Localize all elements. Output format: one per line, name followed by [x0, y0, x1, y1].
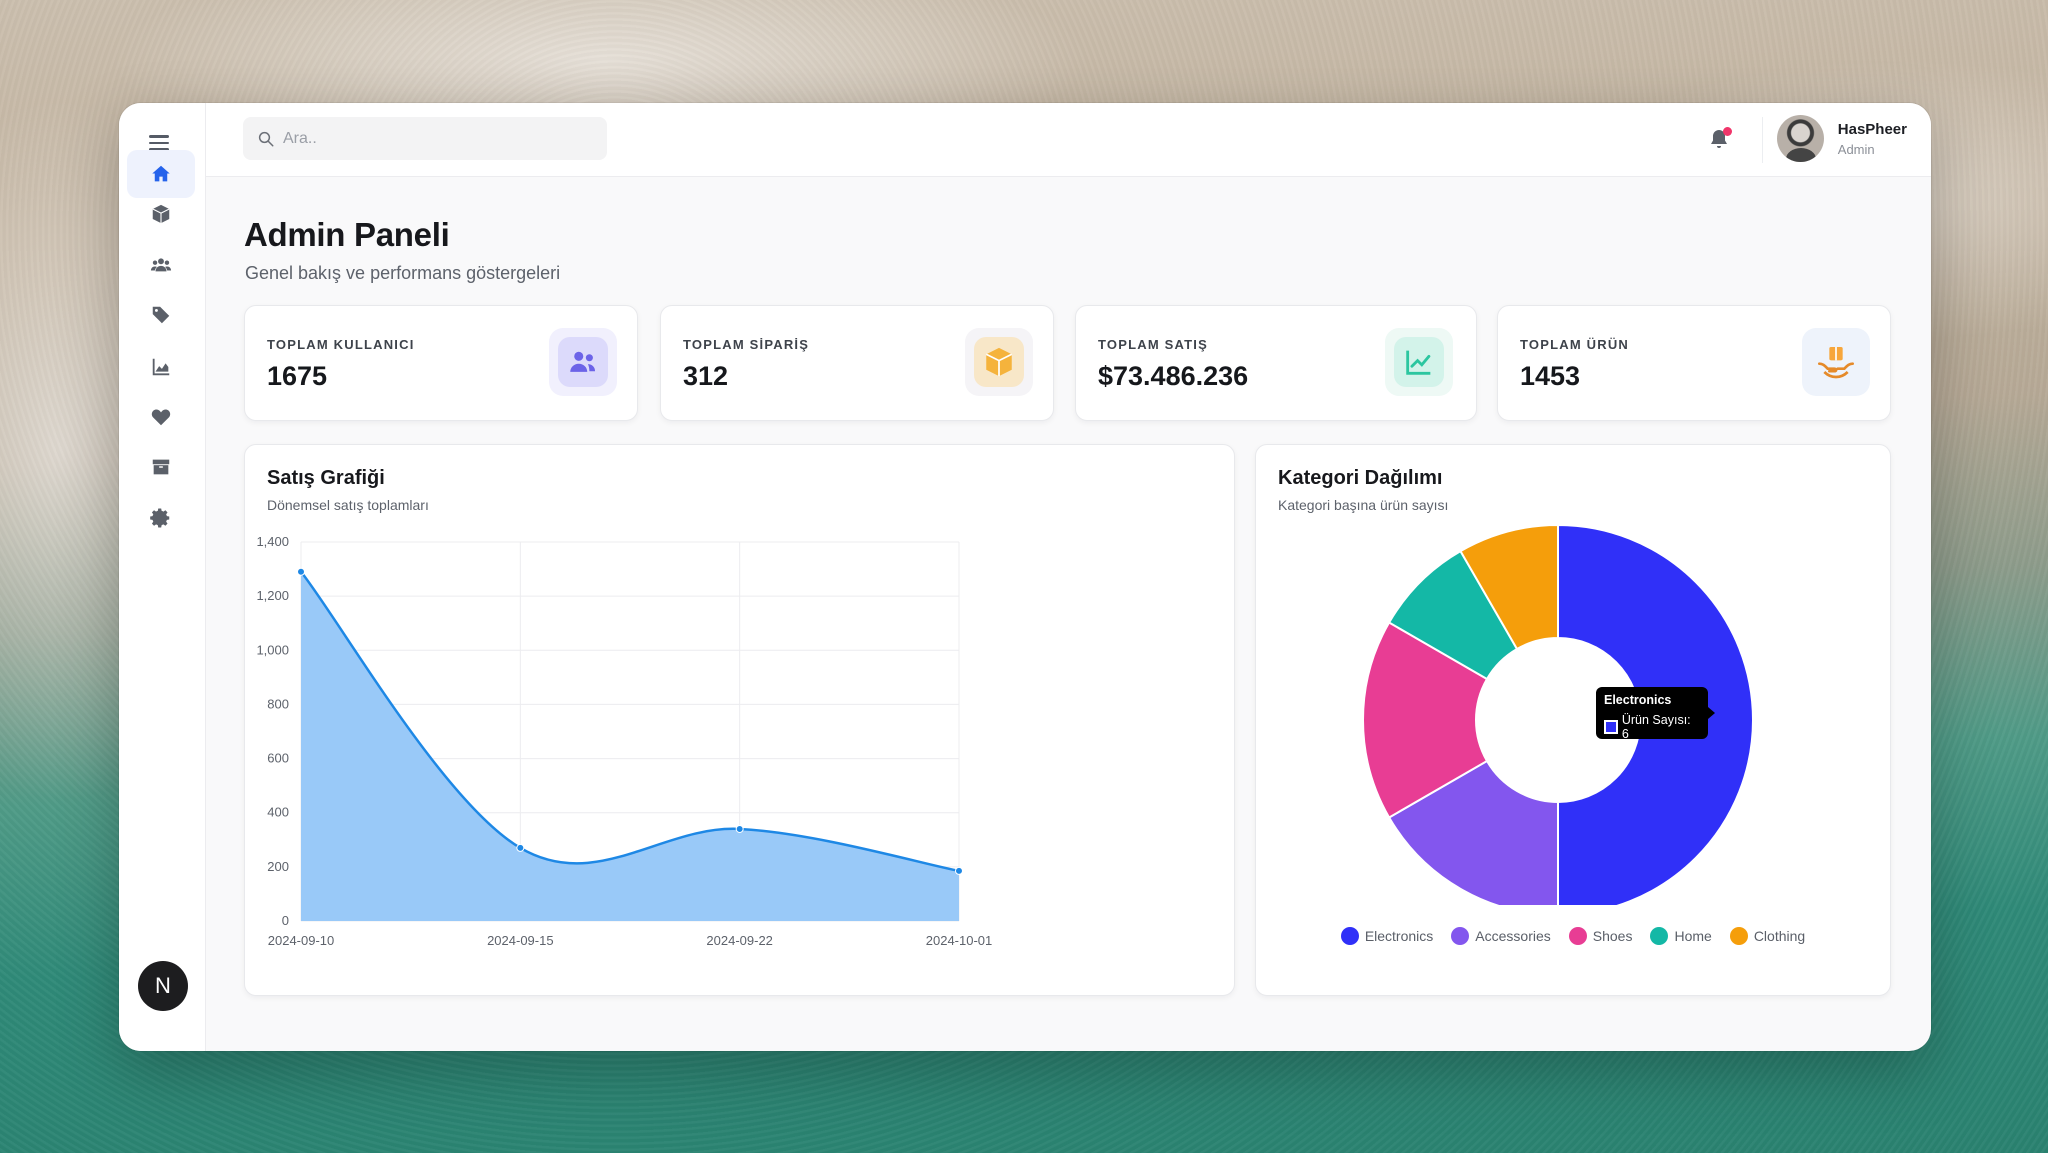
stat-value: 1675: [267, 361, 328, 391]
x-tick-label: 2024-10-01: [926, 933, 993, 948]
stat-card-sales: TOPLAM SATIŞ $73.486.236: [1075, 305, 1477, 421]
category-donut-chart: [1362, 523, 1754, 905]
legend-swatch: [1340, 927, 1359, 945]
legend-swatch: [1729, 927, 1748, 945]
tooltip-title: Electronics: [1604, 693, 1672, 707]
sales-area-chart: 0 200 400 600 800 1,000 1,200 1,400 2024-09-10 20…: [256, 534, 993, 948]
heart-icon: [151, 409, 171, 426]
stat-icon-wrapper: [549, 328, 617, 396]
sidebar-item-products[interactable]: [127, 190, 195, 238]
top-header: HasPheer Admin: [206, 103, 1931, 177]
tag-icon: [152, 306, 170, 324]
y-tick-label: 800: [267, 696, 289, 711]
legend-swatch: [1451, 927, 1470, 945]
y-tick-label: 1,200: [256, 588, 289, 603]
stat-icon-wrapper: [1385, 328, 1453, 396]
hand-box-icon: [1818, 347, 1854, 379]
stat-icon-wrapper: [965, 328, 1033, 396]
notifications-button[interactable]: [1707, 127, 1733, 153]
area-fill: [301, 571, 959, 921]
x-tick-label: 2024-09-15: [487, 933, 554, 948]
chart-tooltip: Electronics Ürün Sayısı: 6: [1596, 687, 1715, 741]
legend-item-home[interactable]: Home: [1650, 927, 1712, 945]
sidebar-item-tags[interactable]: [127, 291, 195, 339]
box-icon: [985, 347, 1013, 377]
sidebar-item-inventory[interactable]: [127, 443, 195, 491]
data-point[interactable]: [516, 843, 525, 852]
header-divider: [1762, 117, 1763, 163]
warehouse-icon: [152, 459, 170, 475]
search-input[interactable]: [283, 129, 583, 148]
data-point[interactable]: [297, 567, 305, 576]
avatar: [1776, 115, 1824, 162]
sidebar-item-users[interactable]: [127, 241, 195, 289]
legend-item-shoes[interactable]: Shoes: [1568, 927, 1633, 945]
user-role: Admin: [1837, 141, 1875, 157]
legend-label: Clothing: [1753, 928, 1806, 944]
box-icon: [152, 204, 170, 224]
stat-card-users: TOPLAM KULLANICI 1675: [244, 305, 638, 421]
legend-label: Home: [1674, 928, 1712, 944]
page-title: Admin Paneli: [244, 216, 450, 253]
chart-legend: Electronics Accessories Shoes Home Clothing: [1256, 927, 1890, 945]
x-tick-label: 2024-09-22: [706, 933, 773, 948]
data-point[interactable]: [735, 824, 744, 833]
notification-dot: [1723, 127, 1732, 136]
legend-item-clothing[interactable]: Clothing: [1729, 927, 1806, 945]
area-chart-icon: [152, 358, 170, 376]
y-tick-label: 1,000: [256, 642, 289, 657]
legend-swatch: [1568, 927, 1587, 945]
legend-item-accessories[interactable]: Accessories: [1451, 927, 1551, 945]
stat-value: $73.486.236: [1098, 361, 1249, 391]
y-tick-label: 0: [282, 913, 289, 928]
home-icon: [152, 165, 170, 182]
workspace-avatar[interactable]: N: [138, 961, 188, 1011]
y-tick-label: 600: [267, 751, 289, 766]
data-point[interactable]: [955, 866, 963, 875]
sidebar: N: [119, 103, 206, 1051]
x-tick-label: 2024-09-10: [268, 933, 335, 948]
user-menu[interactable]: HasPheer Admin: [1776, 115, 1907, 162]
stat-card-products: TOPLAM ÜRÜN 1453: [1497, 305, 1891, 421]
search-box[interactable]: [243, 117, 607, 160]
user-name: HasPheer: [1837, 120, 1907, 138]
legend-item-electronics[interactable]: Electronics: [1340, 927, 1434, 945]
gear-icon: [150, 508, 170, 528]
legend-swatch: [1650, 927, 1669, 945]
tooltip-swatch: [1604, 720, 1618, 734]
stat-label: TOPLAM ÜRÜN: [1520, 337, 1630, 352]
legend-label: Shoes: [1592, 928, 1633, 944]
page-subtitle: Genel bakış ve performans göstergeleri: [245, 263, 561, 283]
stat-icon-wrapper: [1802, 328, 1870, 396]
legend-label: Electronics: [1364, 928, 1434, 944]
sales-chart-card: Satış Grafiği Dönemsel satış toplamları …: [244, 444, 1235, 996]
users-icon: [150, 258, 172, 272]
tooltip-value: Ürün Sayısı: 6: [1621, 713, 1691, 741]
y-tick-label: 200: [267, 859, 289, 874]
line-chart-icon: [1406, 350, 1431, 375]
legend-label: Accessories: [1475, 928, 1551, 944]
search-icon: [258, 131, 274, 146]
y-tick-label: 1,400: [256, 534, 289, 549]
stat-label: TOPLAM KULLANICI: [267, 337, 415, 352]
stat-value: 312: [683, 361, 729, 391]
stat-label: TOPLAM SATIŞ: [1098, 337, 1208, 352]
sidebar-item-settings[interactable]: [127, 494, 195, 542]
category-chart-card: Kategori Dağılımı Kategori başına ürün s…: [1255, 444, 1891, 996]
sidebar-item-favorites[interactable]: [127, 393, 195, 441]
stat-label: TOPLAM SİPARİŞ: [683, 337, 810, 352]
users-icon: [570, 351, 596, 372]
tooltip-row: Ürün Sayısı: 6: [1604, 713, 1700, 741]
sidebar-item-analytics[interactable]: [127, 343, 195, 391]
stat-card-orders: TOPLAM SİPARİŞ 312: [660, 305, 1054, 421]
app-window: N HasPheer Admin Admin Paneli Genel bakı…: [119, 103, 1931, 1051]
stat-value: 1453: [1520, 361, 1581, 391]
y-tick-label: 400: [267, 805, 289, 820]
